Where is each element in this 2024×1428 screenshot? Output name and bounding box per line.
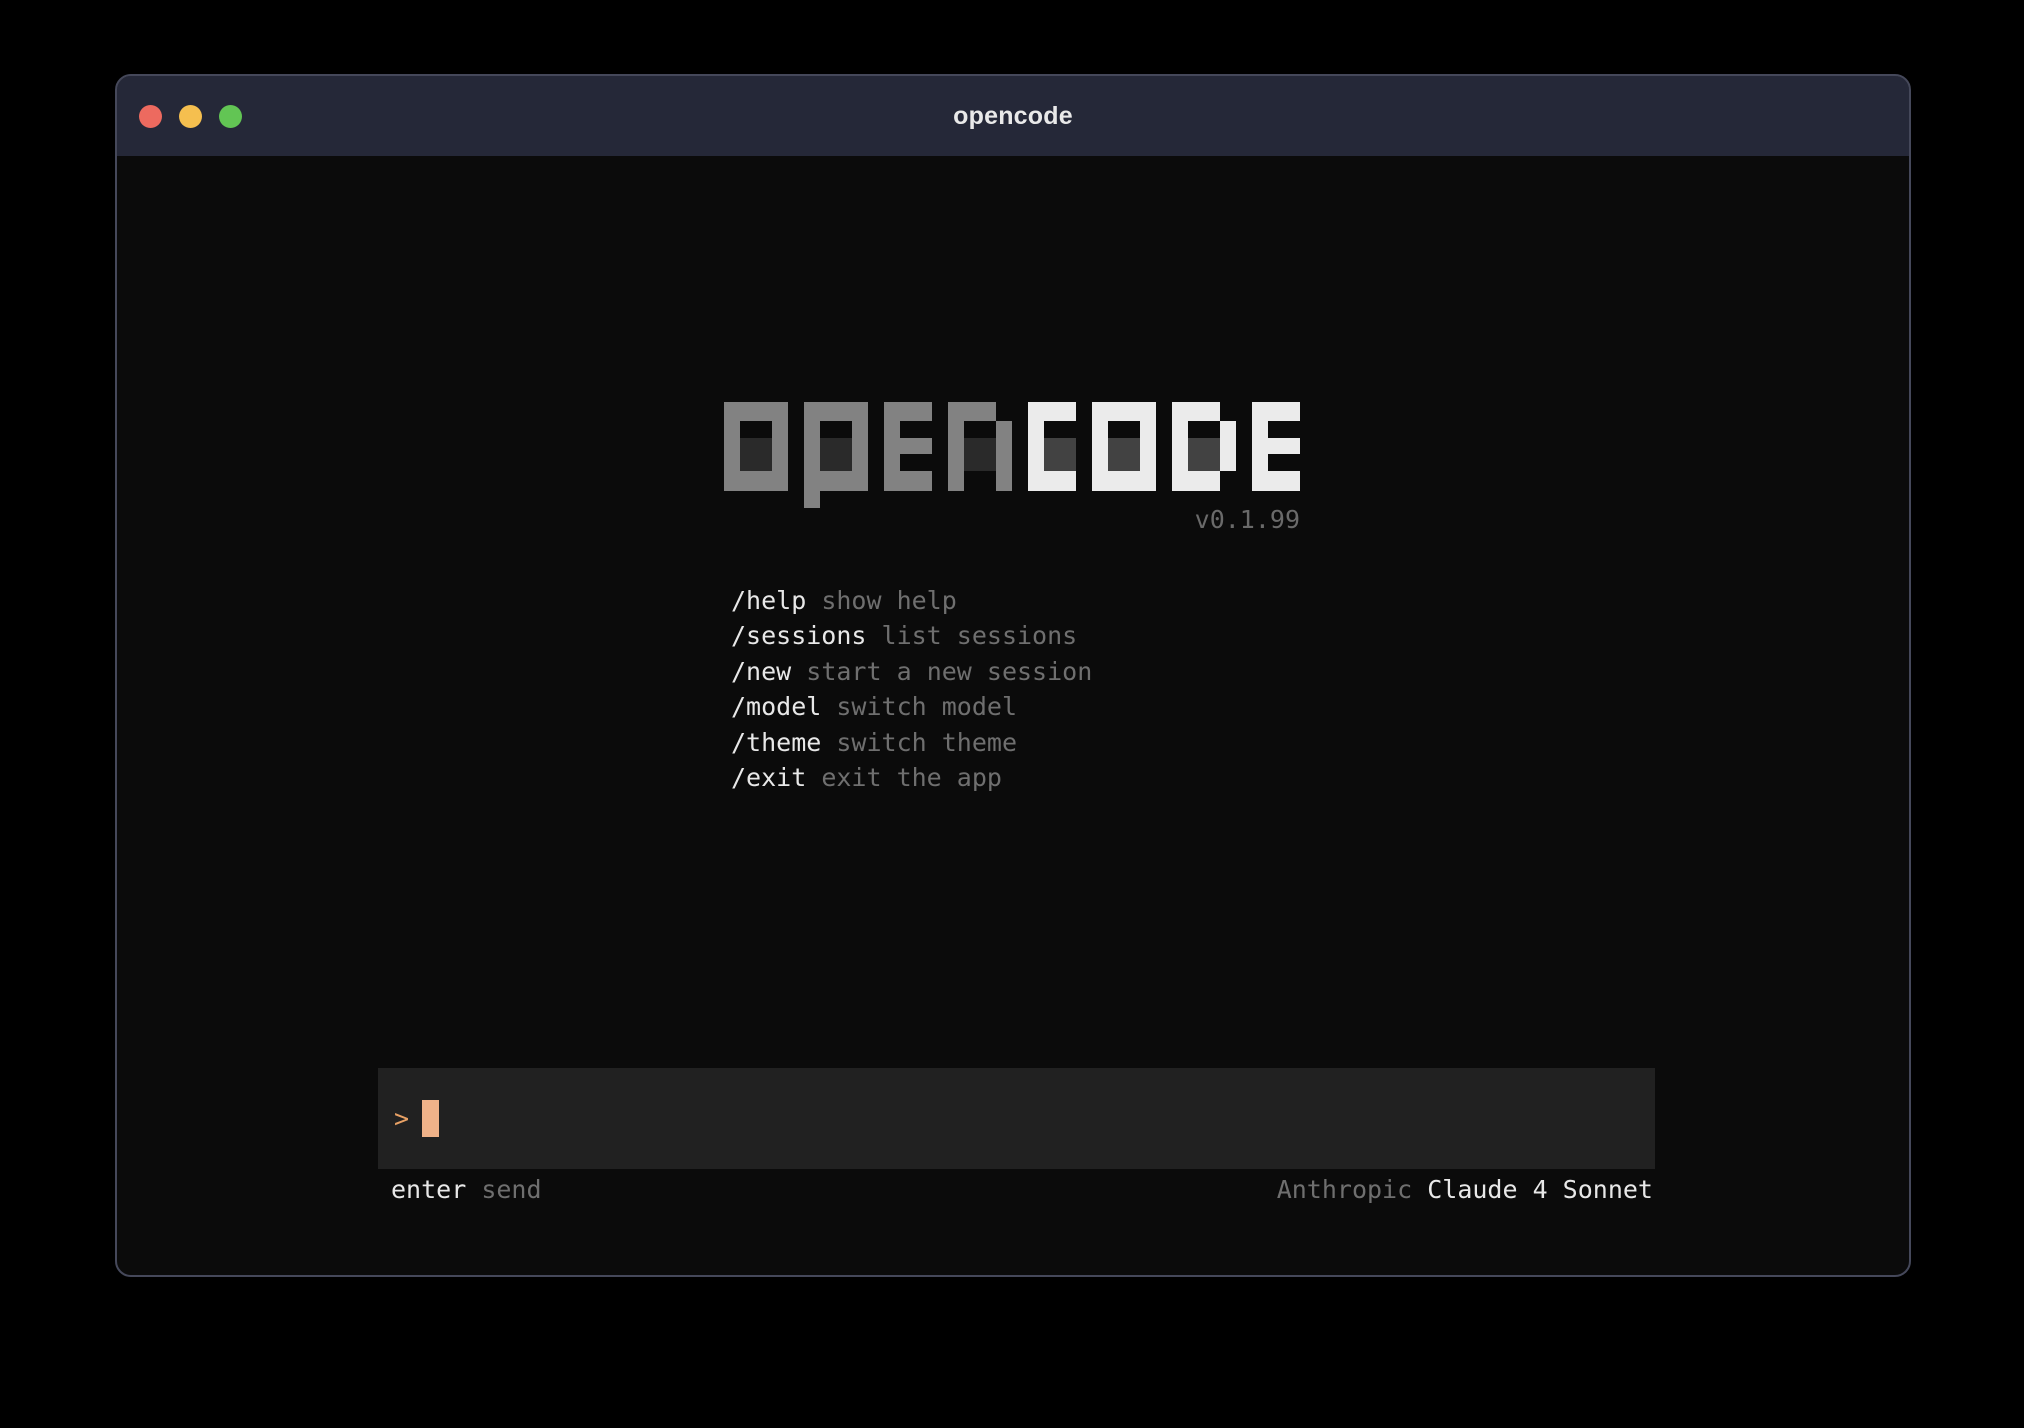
version-label: v0.1.99 <box>724 506 1300 534</box>
send-action-text: send <box>481 1175 541 1204</box>
logo-pixel <box>1172 471 1220 491</box>
logo-pixel <box>724 402 788 421</box>
desktop: opencode v0.1.99 /help show help/session… <box>0 0 2024 1428</box>
logo-pixel <box>996 421 1012 491</box>
logo-pixel <box>948 421 964 491</box>
model-indicator[interactable]: Anthropic Claude 4 Sonnet <box>1277 1172 1653 1207</box>
command-description: switch theme <box>836 728 1017 757</box>
logo-pixel <box>1172 421 1188 471</box>
logo-pixel <box>1252 471 1300 491</box>
logo-pixel <box>1028 402 1076 421</box>
logo-pixel <box>1220 421 1236 471</box>
traffic-lights <box>139 76 242 156</box>
app-window: opencode v0.1.99 /help show help/session… <box>115 74 1911 1277</box>
logo-pixel <box>1028 471 1076 491</box>
command-description: exit the app <box>821 763 1002 792</box>
text-cursor <box>422 1100 439 1137</box>
command-help-row: /theme switch theme <box>731 725 1092 760</box>
logo-pixel <box>804 471 868 491</box>
send-action-label <box>466 1175 481 1204</box>
logo-pixel <box>820 438 852 471</box>
logo-pixel <box>1108 438 1140 471</box>
command-name: /model <box>731 692 821 721</box>
logo-pixel <box>884 471 932 491</box>
provider-label: Anthropic <box>1277 1175 1412 1204</box>
send-hint: enter send <box>391 1172 542 1207</box>
close-window-button[interactable] <box>139 105 162 128</box>
logo-pixel <box>724 471 788 491</box>
logo-pixel <box>804 421 820 471</box>
logo-pixel <box>852 421 868 471</box>
logo-pixel <box>1172 402 1220 421</box>
command-help-row: /model switch model <box>731 689 1092 724</box>
logo-pixel <box>1252 438 1300 454</box>
logo-pixel <box>1092 471 1156 491</box>
logo-pixel <box>1044 438 1076 471</box>
command-description: list sessions <box>882 621 1078 650</box>
logo-pixel <box>804 402 868 421</box>
enter-key-label: enter <box>391 1175 466 1204</box>
logo-pixel <box>1092 421 1108 471</box>
logo-pixel <box>1140 421 1156 471</box>
logo-pixel <box>948 402 996 421</box>
status-bar: enter send Anthropic Claude 4 Sonnet <box>378 1172 1655 1207</box>
command-description: show help <box>821 586 956 615</box>
logo-pixel <box>740 438 772 471</box>
logo-pixel <box>772 421 788 471</box>
logo-pixel <box>1252 402 1300 421</box>
command-description: switch model <box>836 692 1017 721</box>
logo-pixel <box>724 421 740 471</box>
command-name: /new <box>731 657 791 686</box>
model-label: Claude 4 Sonnet <box>1427 1175 1653 1204</box>
command-name: /exit <box>731 763 806 792</box>
command-help-row: /help show help <box>731 583 1092 618</box>
command-description: start a new session <box>806 657 1092 686</box>
logo-pixel <box>884 438 932 454</box>
message-input[interactable]: > <box>378 1068 1655 1169</box>
window-title: opencode <box>953 102 1073 131</box>
command-name: /sessions <box>731 621 866 650</box>
logo-pixel <box>1092 402 1156 421</box>
command-help-row: /sessions list sessions <box>731 618 1092 653</box>
command-name: /theme <box>731 728 821 757</box>
titlebar[interactable]: opencode <box>117 76 1909 156</box>
logo-pixel <box>884 402 932 421</box>
logo-pixel <box>964 438 996 471</box>
logo-pixel <box>1028 421 1044 471</box>
zoom-window-button[interactable] <box>219 105 242 128</box>
command-help-row: /exit exit the app <box>731 760 1092 795</box>
minimize-window-button[interactable] <box>179 105 202 128</box>
command-help-row: /new start a new session <box>731 654 1092 689</box>
command-help-list: /help show help/sessions list sessions/n… <box>731 583 1092 795</box>
command-name: /help <box>731 586 806 615</box>
opencode-logo <box>724 402 1300 509</box>
prompt-symbol: > <box>394 1104 409 1133</box>
logo-pixel <box>1188 438 1220 471</box>
